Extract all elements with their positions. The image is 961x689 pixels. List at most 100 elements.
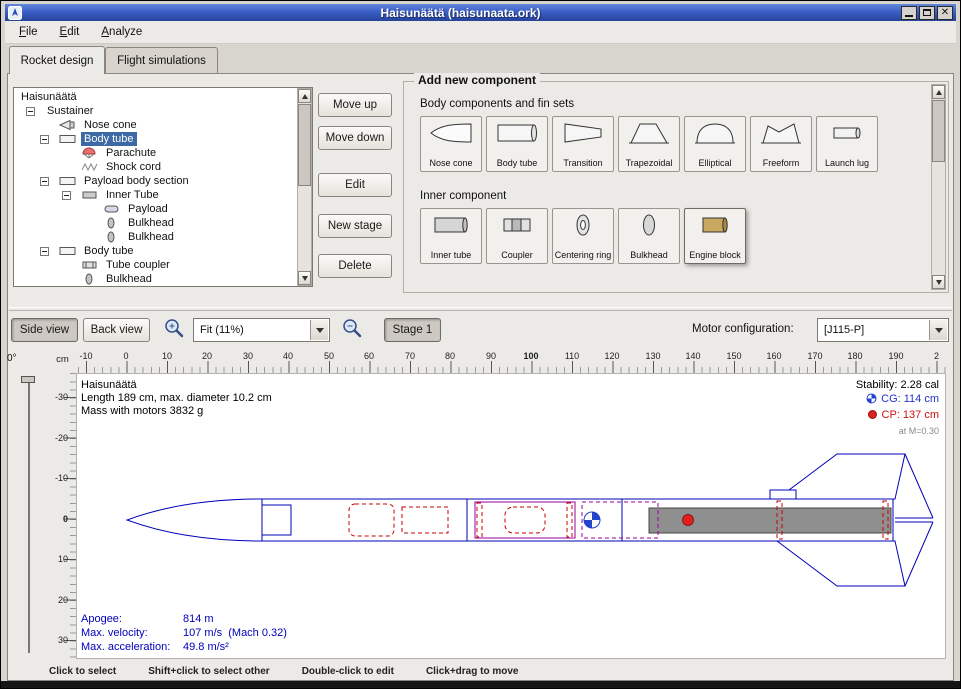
menu-analyze[interactable]: Analyze [99,24,144,40]
ruler-label: 100 [523,351,538,361]
ruler-label: -20 [55,433,68,443]
add-inner-tube-button[interactable]: Inner tube [420,208,482,264]
close-button[interactable]: ✕ [937,6,953,20]
side-view-button[interactable]: Side view [11,318,78,342]
stage-1-toggle[interactable]: Stage 1 [384,318,441,342]
coupler-icon [487,212,547,238]
add-bulkhead-button[interactable]: Bulkhead [618,208,680,264]
minimize-button[interactable] [901,6,917,20]
tab-rocket-design[interactable]: Rocket design [9,46,105,74]
button-label: Delete [338,260,371,272]
tree-item-body-tube-2[interactable]: Body tube [14,244,312,258]
tree-item-parachute[interactable]: Parachute [14,146,312,160]
add-freeform-fin-button[interactable]: Freeform [750,116,812,172]
motor-configuration-select[interactable]: [J115-P] [817,318,949,342]
flight-info: Apogee: 814 m Max. velocity: 107 m/s (Ma… [81,612,287,654]
tree-item-label: Bulkhead [103,272,155,286]
max-acceleration-label: Max. acceleration: [81,640,183,654]
ruler-label: 2 [934,351,939,361]
tree-item-payload[interactable]: Payload [14,202,312,216]
tree-item-label: Nose cone [81,118,140,132]
body-tube-icon [58,175,78,187]
button-label: Side view [20,324,69,336]
scrollbar-thumb[interactable] [932,100,945,162]
delete-button[interactable]: Delete [318,254,392,278]
collapse-icon[interactable] [40,135,49,144]
transition-icon [553,120,613,146]
collapse-icon[interactable] [40,177,49,186]
tree-item-haisunaata[interactable]: Haisunäätä [14,90,312,104]
rocket-drawing-canvas[interactable]: Haisunäätä Length 189 cm, max. diameter … [76,373,946,659]
tree-scrollbar[interactable] [297,88,312,286]
ruler-label: 180 [847,351,862,361]
cg-icon [866,393,877,408]
tree-item-shock-cord[interactable]: Shock cord [14,160,312,174]
component-tree[interactable]: Haisunäätä Sustainer Nose cone Body tube… [13,87,313,287]
inner-component-group-label: Inner component [420,190,506,202]
rotation-slider-thumb[interactable] [21,376,35,383]
splitter-handle[interactable] [9,307,952,311]
tree-item-bulkhead-3[interactable]: Bulkhead [14,272,312,286]
payload-icon [102,203,122,215]
scroll-up-button[interactable] [298,89,311,103]
tab-flight-simulations[interactable]: Flight simulations [105,47,218,74]
titlebar[interactable]: Haisunäätä (haisunaata.ork) ✕ [5,4,956,21]
zoom-in-button[interactable] [160,317,187,343]
add-coupler-button[interactable]: Coupler [486,208,548,264]
add-panel-scrollbar[interactable] [931,84,946,290]
tree-item-body-tube[interactable]: Body tube [14,132,312,146]
ruler-label: 40 [283,351,293,361]
scroll-down-button[interactable] [298,271,311,285]
tree-item-bulkhead-1[interactable]: Bulkhead [14,216,312,230]
maximize-button[interactable] [919,6,935,20]
motor-configuration-value: [J115-P] [818,319,930,341]
back-view-button[interactable]: Back view [83,318,150,342]
add-body-tube-button[interactable]: Body tube [486,116,548,172]
zoom-level-select[interactable]: Fit (11%) [193,318,330,342]
move-up-button[interactable]: Move up [318,93,392,117]
add-trapezoidal-fin-button[interactable]: Trapezoidal [618,116,680,172]
component-button-label: Inner tube [422,251,480,261]
tree-item-label: Body tube [81,132,137,146]
tree-item-tube-coupler[interactable]: Tube coupler [14,258,312,272]
move-down-button[interactable]: Move down [318,126,392,150]
scroll-up-button[interactable] [932,85,945,99]
engine-block-icon [685,212,745,238]
collapse-icon[interactable] [62,191,71,200]
add-engine-block-button[interactable]: Engine block [684,208,746,264]
add-elliptical-fin-button[interactable]: Elliptical [684,116,746,172]
edit-button[interactable]: Edit [318,173,392,197]
component-button-label: Elliptical [686,159,744,169]
tree-item-payload-body-section[interactable]: Payload body section [14,174,312,188]
component-button-label: Freeform [752,159,810,169]
scroll-down-button[interactable] [932,275,945,289]
add-launch-lug-button[interactable]: Launch lug [816,116,878,172]
menu-file[interactable]: File [17,24,40,40]
max-velocity-value: 107 m/s (Mach 0.32) [183,626,287,640]
button-label: Stage 1 [393,324,433,336]
tree-item-inner-tube[interactable]: Inner Tube [14,188,312,202]
new-stage-button[interactable]: New stage [318,214,392,238]
tree-item-label: Haisunäätä [18,90,80,104]
tree-item-sustainer[interactable]: Sustainer [14,104,312,118]
tree-item-bulkhead-2[interactable]: Bulkhead [14,230,312,244]
ruler-label: 50 [324,351,334,361]
scrollbar-thumb[interactable] [298,104,311,186]
max-acceleration-value: 49.8 m/s² [183,640,287,654]
collapse-icon[interactable] [40,247,49,256]
rotation-angle-label: 0° [7,353,17,364]
body-tube-icon [58,133,78,145]
add-centering-ring-button[interactable]: Centering ring [552,208,614,264]
rotation-slider-track[interactable] [28,377,30,653]
zoom-out-button[interactable] [338,317,365,343]
button-label: Move up [333,99,377,111]
parachute-icon [80,147,100,159]
button-label: Back view [91,324,143,336]
tree-item-nose-cone[interactable]: Nose cone [14,118,312,132]
collapse-icon[interactable] [26,107,35,116]
elliptical-fin-icon [685,120,745,146]
menu-edit[interactable]: Edit [58,24,82,40]
ruler-label: 60 [364,351,374,361]
add-nose-cone-button[interactable]: Nose cone [420,116,482,172]
add-transition-button[interactable]: Transition [552,116,614,172]
